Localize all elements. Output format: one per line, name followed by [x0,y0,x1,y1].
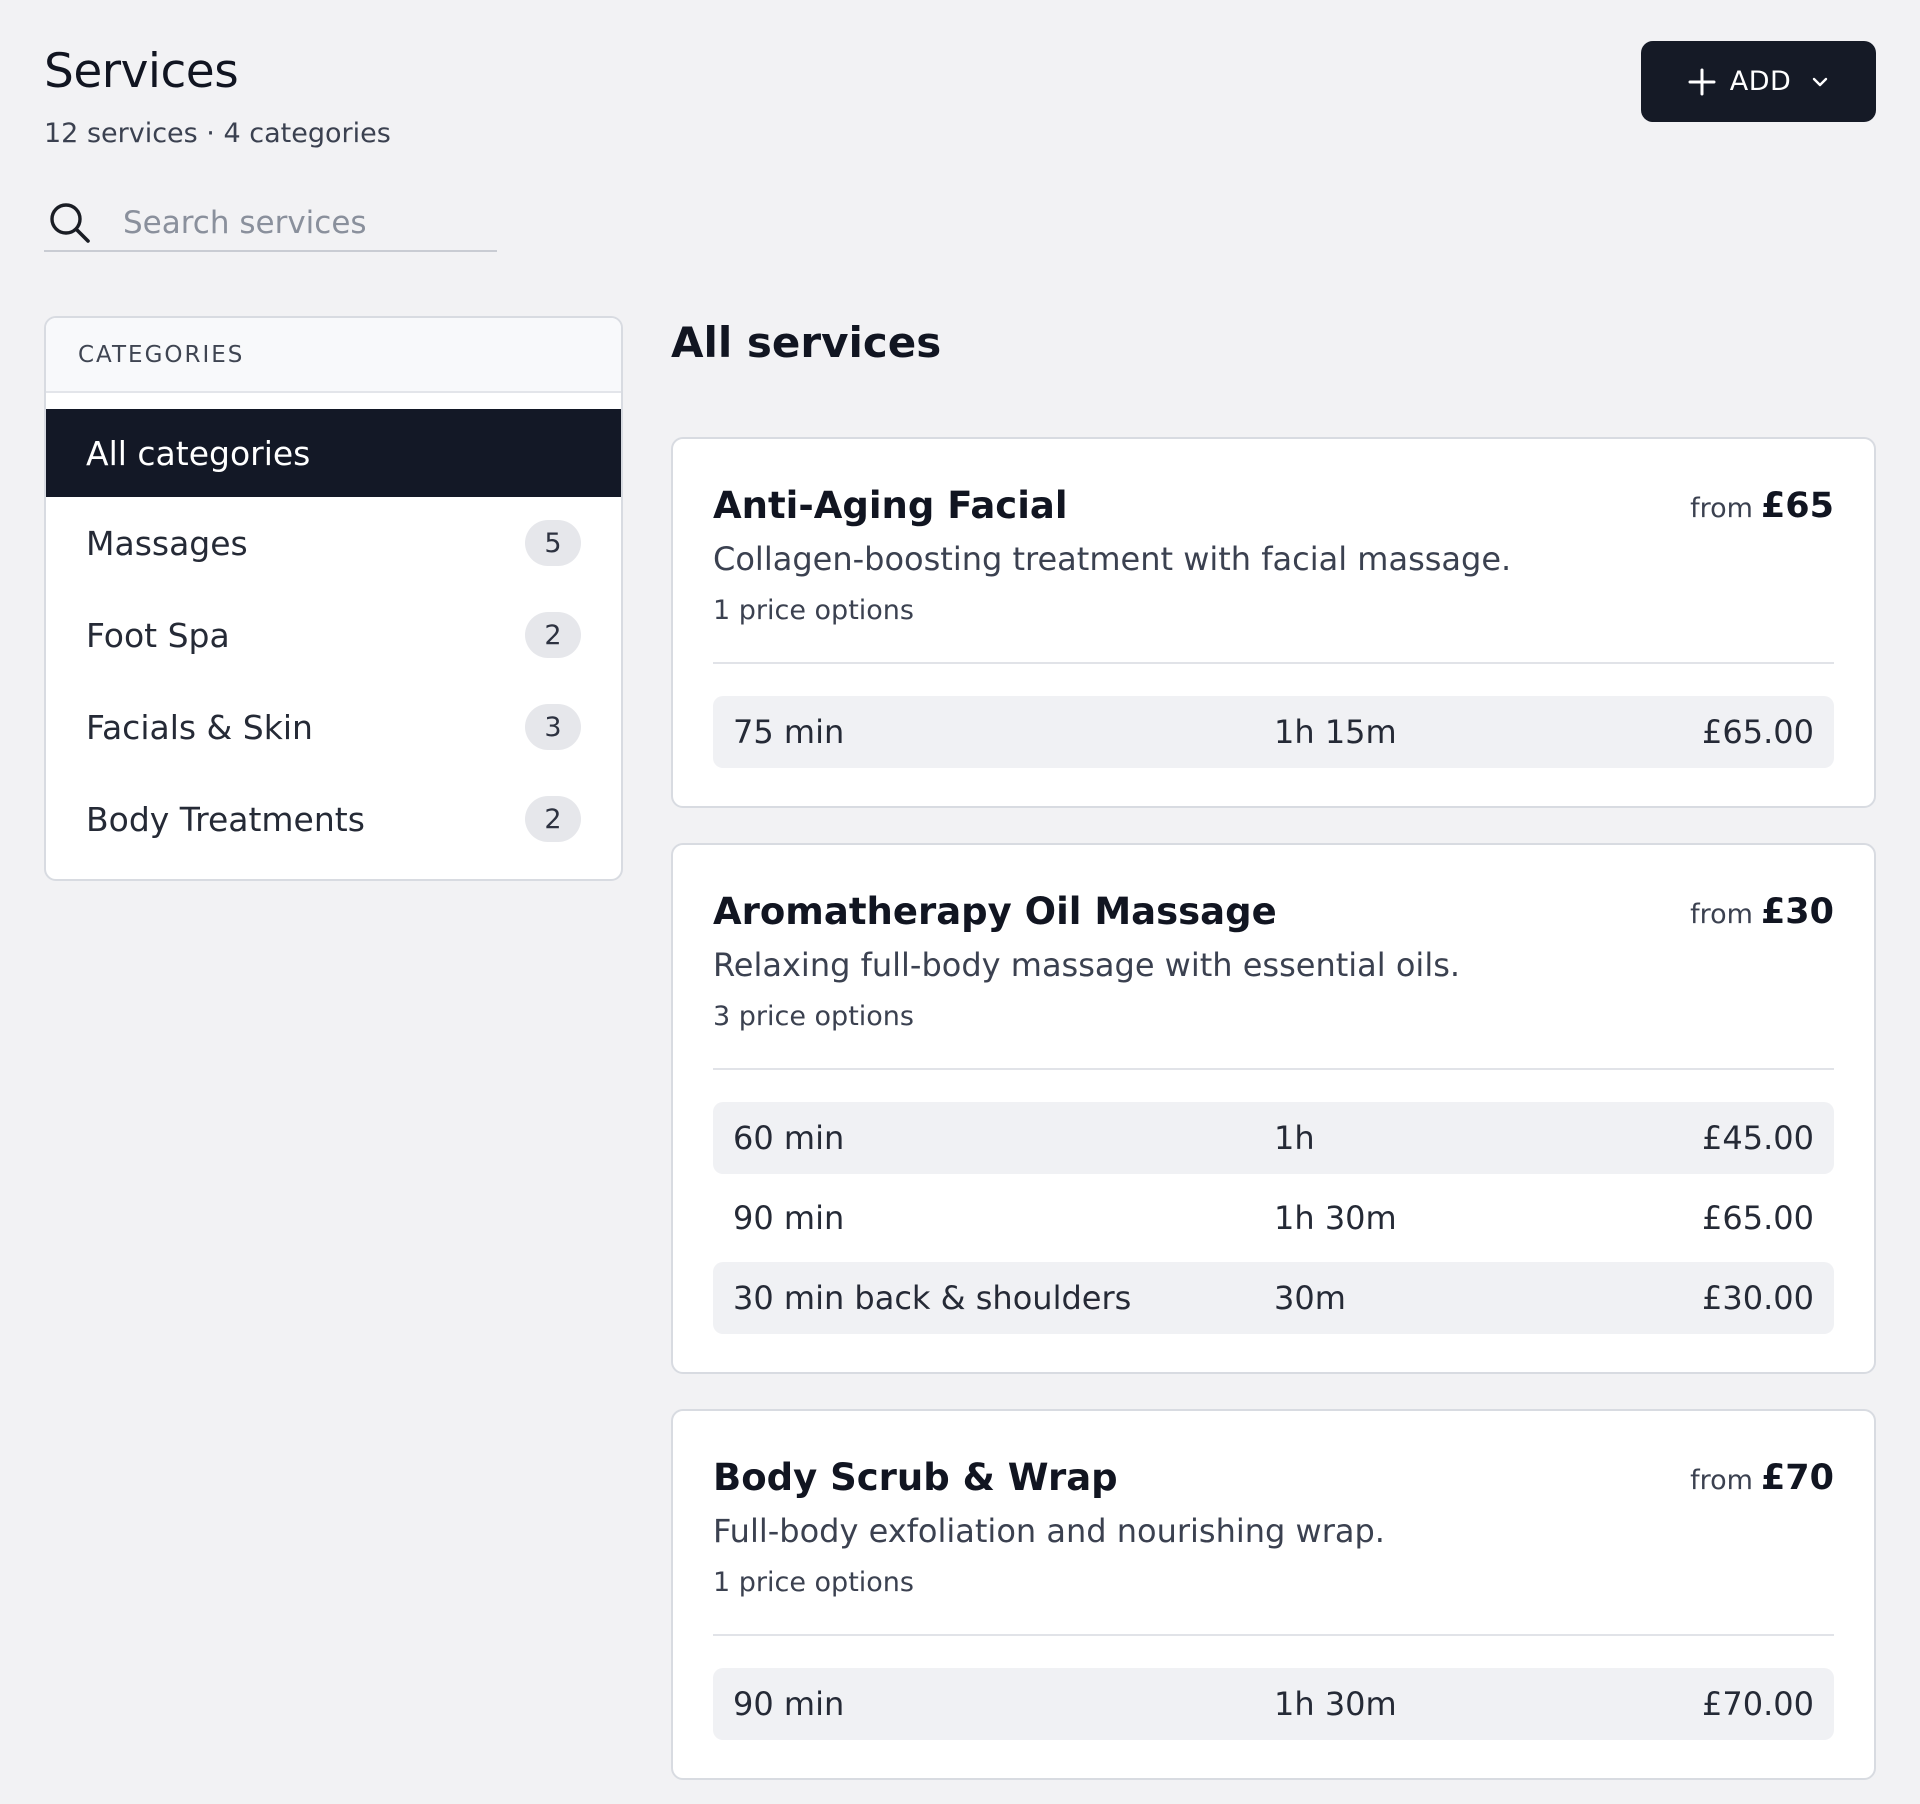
service-description: Full-body exfoliation and nourishing wra… [713,1512,1385,1550]
service-card[interactable]: Body Scrub & Wrap from £70 Full-body exfo… [671,1409,1876,1780]
page-title: Services [44,44,239,99]
from-label: from [1690,493,1753,524]
chevron-down-icon [1813,77,1828,86]
option-duration: 1h 30m [1274,1199,1397,1237]
service-name: Body Scrub & Wrap [713,1456,1118,1499]
category-count-badge: 2 [525,612,581,658]
category-all[interactable]: All categories [46,409,621,497]
price-options-count: 1 price options [713,595,914,626]
services-page: Services 12 services · 4 categories ADD … [0,0,1920,1804]
option-price: £65.00 [1702,1199,1814,1237]
option-duration: 1h 30m [1274,1685,1397,1723]
service-card-header: Body Scrub & Wrap from £70 Full-body exfo… [713,1411,1834,1601]
price-options-count: 3 price options [713,1001,914,1032]
option-duration: 1h 15m [1274,713,1397,751]
category-count-badge: 5 [525,520,581,566]
service-name: Aromatherapy Oil Massage [713,890,1277,933]
add-button-label: ADD [1729,66,1792,97]
option-name: 60 min [733,1119,845,1157]
search-input[interactable] [123,205,483,241]
option-price: £30.00 [1702,1279,1814,1317]
price-option-row[interactable]: 90 min 1h 30m £70.00 [713,1668,1834,1740]
from-amount: £70 [1760,1458,1834,1498]
price-options-list: 60 min 1h £45.00 90 min 1h 30m £65.00 30… [713,1070,1834,1372]
category-label: Foot Spa [86,615,230,655]
service-card-header: Anti-Aging Facial from £65 Collagen-boost… [713,439,1834,629]
add-button[interactable]: ADD [1641,41,1876,122]
price-option-row[interactable]: 30 min back & shoulders 30m £30.00 [713,1262,1834,1334]
price-options-list: 90 min 1h 30m £70.00 [713,1636,1834,1778]
option-duration: 1h [1274,1119,1315,1157]
from-label: from [1690,1465,1753,1496]
service-name: Anti-Aging Facial [713,484,1068,527]
category-count-badge: 3 [525,704,581,750]
option-name: 90 min [733,1199,845,1237]
search-bar [44,196,497,252]
option-name: 30 min back & shoulders [733,1279,1132,1317]
section-title: All services [671,318,942,367]
from-amount: £65 [1760,486,1834,526]
service-card[interactable]: Anti-Aging Facial from £65 Collagen-boost… [671,437,1876,808]
price-option-row[interactable]: 75 min 1h 15m £65.00 [713,696,1834,768]
category-item-body-treatments[interactable]: Body Treatments 2 [46,773,621,865]
category-item-massages[interactable]: Massages 5 [46,497,621,589]
price-option-row[interactable]: 60 min 1h £45.00 [713,1102,1834,1174]
from-amount: £30 [1760,892,1834,932]
category-label: Body Treatments [86,799,365,839]
option-duration: 30m [1274,1279,1346,1317]
categories-panel: CATEGORIES All categories Massages 5 Foo… [44,316,623,881]
service-description: Relaxing full-body massage with essentia… [713,946,1461,984]
service-card-header: Aromatherapy Oil Massage from £30 Relaxin… [713,845,1834,1035]
option-price: £70.00 [1702,1685,1814,1723]
category-label: Facials & Skin [86,707,313,747]
service-from-price: from £30 [1690,889,1834,938]
service-from-price: from £70 [1690,1455,1834,1504]
category-item-facials-skin[interactable]: Facials & Skin 3 [46,681,621,773]
service-card[interactable]: Aromatherapy Oil Massage from £30 Relaxin… [671,843,1876,1374]
category-count-badge: 2 [525,796,581,842]
category-label: Massages [86,523,248,563]
option-price: £65.00 [1702,713,1814,751]
option-name: 75 min [733,713,845,751]
option-name: 90 min [733,1685,845,1723]
price-options-count: 1 price options [713,1567,914,1598]
option-price: £45.00 [1702,1119,1814,1157]
search-icon [50,203,90,243]
categories-heading: CATEGORIES [46,318,621,393]
price-options-list: 75 min 1h 15m £65.00 [713,664,1834,806]
plus-icon [1688,68,1716,95]
from-label: from [1690,899,1753,930]
category-item-foot-spa[interactable]: Foot Spa 2 [46,589,621,681]
price-option-row[interactable]: 90 min 1h 30m £65.00 [713,1182,1834,1254]
service-from-price: from £65 [1690,483,1834,532]
service-description: Collagen-boosting treatment with facial … [713,540,1512,578]
page-subtitle: 12 services · 4 categories [44,118,391,149]
